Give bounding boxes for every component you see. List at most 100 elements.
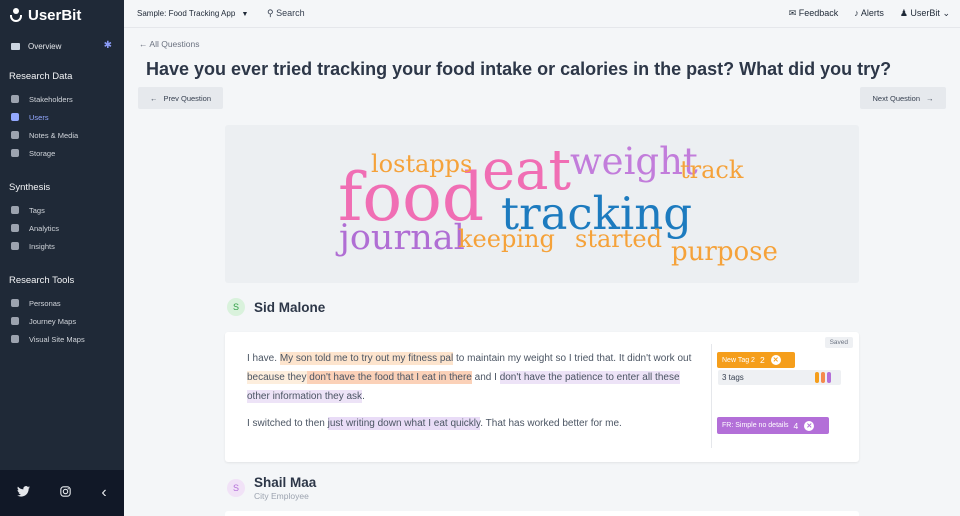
cloud-word: journal <box>339 218 465 258</box>
respondent-header[interactable]: S Sid Malone <box>227 298 325 316</box>
alerts-label: Alerts <box>860 8 884 18</box>
sidebar-item-stakeholders[interactable]: Stakeholders <box>11 92 73 106</box>
sidebar-item-storage[interactable]: Storage <box>11 146 55 160</box>
respondent-name: Shail Maa <box>254 475 317 490</box>
sidebar-item-overview[interactable]: Overview ✱ <box>0 37 124 55</box>
bar-chart-icon <box>11 224 19 232</box>
text-span: . <box>362 391 365 402</box>
text-span: and I <box>471 372 500 383</box>
sidebar-item-label: Insights <box>29 241 55 251</box>
tags-summary[interactable]: 3 tags <box>718 370 841 385</box>
sidebar-item-tags[interactable]: Tags <box>11 203 45 217</box>
search-icon: ⚲ <box>267 8 274 18</box>
tag-count: 4 <box>793 420 799 431</box>
respondent-header[interactable]: S Shail Maa City Employee <box>227 475 316 501</box>
tag-icon <box>11 206 19 214</box>
tag-color-pill <box>827 372 831 383</box>
topbar: Sample: Food Tracking App ▼ ⚲ Search ✉ F… <box>124 0 960 28</box>
feedback-label: Feedback <box>798 8 839 18</box>
highlight[interactable]: because they <box>247 371 307 384</box>
cloud-word: track <box>680 156 744 184</box>
avatar: S <box>227 298 245 316</box>
alerts-button[interactable]: ♪ Alerts <box>854 8 884 19</box>
next-question-button[interactable]: Next Question → <box>860 87 946 109</box>
app-name: UserBit <box>28 6 82 24</box>
search-button[interactable]: ⚲ Search <box>267 8 305 19</box>
arrow-left-icon: ← <box>149 93 158 103</box>
user-menu[interactable]: ♟ UserBit ⌄ <box>900 8 950 19</box>
divider <box>711 344 712 448</box>
collapse-sidebar-icon[interactable]: ‹ <box>101 484 106 502</box>
project-selector[interactable]: Sample: Food Tracking App ▼ <box>137 9 248 18</box>
sidebar-item-label: Storage <box>29 148 56 158</box>
sidebar-item-visual-site-maps[interactable]: Visual Site Maps <box>11 332 85 346</box>
tag-chip[interactable]: New Tag 2 2 ✕ <box>717 352 795 368</box>
text-span: . That has worked better for me. <box>480 418 622 429</box>
cloud-word: lost <box>371 150 416 178</box>
tag-color-pill <box>815 372 819 383</box>
sitemap-icon <box>11 335 19 343</box>
cloud-word: apps <box>415 150 473 178</box>
bell-icon: ♪ <box>854 8 859 18</box>
person-icon <box>11 299 19 307</box>
cloud-word: started <box>575 225 662 253</box>
cloud-word: weight <box>570 140 698 183</box>
sidebar-item-label: Visual Site Maps <box>29 334 85 344</box>
sidebar-item-label: Overview <box>28 41 62 51</box>
project-name: Sample: Food Tracking App <box>137 9 236 18</box>
response-paragraph: I switched to then just writing down wha… <box>247 414 699 433</box>
gear-icon[interactable]: ✱ <box>104 40 112 51</box>
sidebar: UserBit Overview ✱ Research Data Stakeho… <box>0 0 124 516</box>
search-label: Search <box>276 8 305 18</box>
arrow-right-icon: → <box>926 93 934 103</box>
sidebar-item-users[interactable]: Users <box>11 110 49 124</box>
highlight[interactable]: don't have the food that I eat in there <box>306 371 472 384</box>
tag-count: 2 <box>759 355 765 365</box>
prev-button-label: Prev Question <box>163 93 212 103</box>
grid-icon <box>11 317 19 325</box>
megaphone-icon: ✉ <box>788 8 797 18</box>
sidebar-item-label: Personas <box>29 298 61 308</box>
sidebar-item-journey-maps[interactable]: Journey Maps <box>11 314 76 328</box>
response-text: I have. My son told me to try out my fit… <box>247 349 699 441</box>
close-icon[interactable]: ✕ <box>770 355 781 365</box>
respondent-info: Shail Maa City Employee <box>254 475 316 501</box>
section-title-synthesis: Synthesis <box>9 182 51 193</box>
page-title: Have you ever tried tracking your food i… <box>146 59 892 79</box>
all-questions-link[interactable]: ← All Questions <box>139 39 200 49</box>
sidebar-item-notes-media[interactable]: Notes & Media <box>11 128 78 142</box>
sidebar-item-label: Analytics <box>29 223 60 233</box>
feedback-button[interactable]: ✉ Feedback <box>789 8 839 19</box>
prev-question-button[interactable]: ← Prev Question <box>138 87 223 109</box>
sidebar-item-personas[interactable]: Personas <box>11 296 61 310</box>
sidebar-item-label: Notes & Media <box>29 130 79 140</box>
folder-icon <box>11 42 20 50</box>
sidebar-item-label: Users <box>29 112 49 122</box>
sidebar-item-label: Journey Maps <box>29 316 77 326</box>
cloud-word: keeping <box>458 225 555 253</box>
instagram-icon[interactable] <box>60 486 72 500</box>
close-icon[interactable]: ✕ <box>804 420 815 431</box>
lightbulb-icon <box>11 242 19 250</box>
highlight[interactable]: My son told me to try out my fitness pal <box>279 352 454 365</box>
response-card <box>225 511 859 516</box>
response-card: I have. My son told me to try out my fit… <box>225 332 859 462</box>
sidebar-item-insights[interactable]: Insights <box>11 239 55 253</box>
highlight[interactable]: just writing down what I eat quickly <box>327 417 481 430</box>
brand[interactable]: UserBit <box>0 0 124 30</box>
user-name: UserBit <box>910 8 940 18</box>
sidebar-item-analytics[interactable]: Analytics <box>11 221 59 235</box>
twitter-icon[interactable] <box>17 486 31 500</box>
text-span: to maintain my weight so I tried that. I… <box>453 353 692 364</box>
back-link-label: All Questions <box>149 39 200 49</box>
sidebar-footer: ‹ <box>0 470 124 516</box>
chevron-down-icon: ⌄ <box>942 8 950 18</box>
tag-chip[interactable]: FR: Simple no details 4 ✕ <box>717 417 829 434</box>
tag-color-pill <box>821 372 825 383</box>
section-title-research-tools: Research Tools <box>9 275 75 286</box>
word-cloud: food eat weight track tracking lost apps… <box>225 125 859 283</box>
status-badge: Saved <box>824 337 853 348</box>
sidebar-item-label: Tags <box>29 205 45 215</box>
avatar: S <box>227 479 245 497</box>
next-button-label: Next Question <box>872 93 921 103</box>
